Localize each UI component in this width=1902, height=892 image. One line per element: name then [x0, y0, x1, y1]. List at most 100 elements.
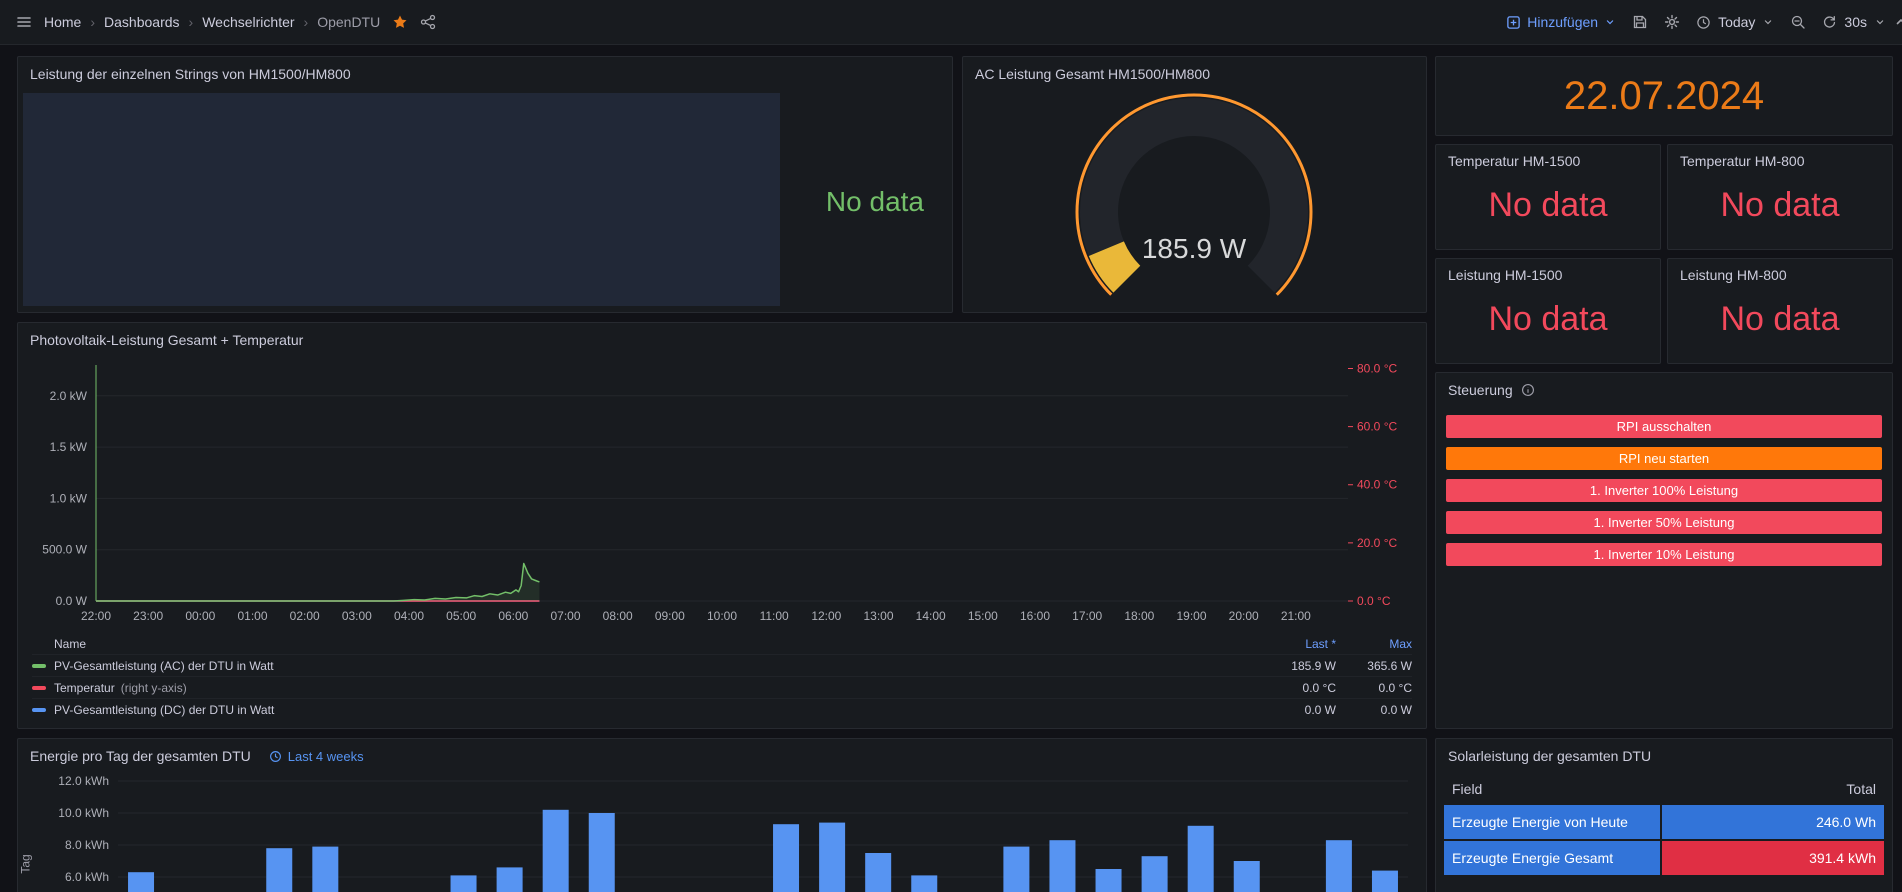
chevron-up-icon[interactable] [1893, 14, 1902, 30]
table-row: Erzeugte Energie von Heute 246.0 Wh [1444, 805, 1884, 839]
time-range-picker[interactable]: Today [1696, 14, 1774, 30]
svg-text:16:00: 16:00 [1020, 609, 1050, 623]
table-cell-total: 246.0 Wh [1662, 805, 1884, 839]
table-header-total[interactable]: Total [1652, 781, 1876, 797]
stat-panel-leistung-hm800: Leistung HM-800 No data [1667, 258, 1893, 364]
svg-text:8.0 kWh: 8.0 kWh [65, 838, 109, 852]
svg-text:14:00: 14:00 [916, 609, 946, 623]
stat-title[interactable]: Leistung HM-800 [1668, 259, 1892, 283]
series-name: PV-Gesamtleistung (DC) der DTU in Watt [54, 703, 274, 717]
breadcrumb-item-opendtu[interactable]: OpenDTU [317, 14, 380, 30]
legend-header-max[interactable]: Max [1336, 637, 1412, 651]
series-last-value: 0.0 °C [1206, 681, 1336, 695]
table-header-field[interactable]: Field [1452, 781, 1652, 797]
panel-strings: Leistung der einzelnen Strings von HM150… [17, 56, 953, 313]
svg-text:11:00: 11:00 [760, 609, 789, 623]
svg-text:05:00: 05:00 [446, 609, 476, 623]
svg-text:20:00: 20:00 [1229, 609, 1259, 623]
svg-text:07:00: 07:00 [550, 609, 580, 623]
rpi-ausschalten-button[interactable]: RPI ausschalten [1446, 415, 1882, 438]
table-body: Erzeugte Energie von Heute 246.0 Wh Erze… [1436, 805, 1892, 875]
breadcrumb-item-wechselrichter[interactable]: Wechselrichter [202, 14, 294, 30]
breadcrumb-separator: › [189, 14, 194, 30]
zoom-out-icon[interactable] [1790, 14, 1806, 30]
legend-row[interactable]: PV-Gesamtleistung (AC) der DTU in Watt 1… [32, 654, 1412, 676]
steuerung-buttons: RPI ausschalten RPI neu starten 1. Inver… [1436, 407, 1892, 574]
clock-icon [1696, 15, 1711, 30]
nav-actions: Hinzufügen Today [1506, 14, 1886, 30]
time-range-note-link[interactable]: Last 4 weeks [269, 749, 364, 764]
inverter-50-button[interactable]: 1. Inverter 50% Leistung [1446, 511, 1882, 534]
stat-title[interactable]: Temperatur HM-800 [1668, 145, 1892, 169]
legend-header-name[interactable]: Name [54, 637, 1206, 651]
panel-solar-table: Solarleistung der gesamten DTU Field Tot… [1435, 738, 1893, 892]
table-header: Field Total [1436, 773, 1892, 805]
gear-icon[interactable] [1664, 14, 1680, 30]
legend-header-last[interactable]: Last * [1206, 637, 1336, 651]
save-icon[interactable] [1632, 14, 1648, 30]
table-cell-field: Erzeugte Energie Gesamt [1444, 841, 1660, 875]
legend-row[interactable]: Temperatur (right y-axis) 0.0 °C 0.0 °C [32, 676, 1412, 698]
panel-date: 22.07.2024 [1435, 56, 1893, 136]
refresh-picker[interactable]: 30s [1822, 14, 1886, 30]
panel-title[interactable]: Energie pro Tag der gesamten DTU Last 4 … [18, 739, 1426, 773]
breadcrumb: Home › Dashboards › Wechselrichter › Ope… [44, 14, 380, 30]
inverter-10-button[interactable]: 1. Inverter 10% Leistung [1446, 543, 1882, 566]
panel-title[interactable]: Steuerung [1436, 373, 1892, 407]
share-icon[interactable] [420, 14, 436, 30]
svg-text:10.0 kWh: 10.0 kWh [58, 806, 109, 820]
stat-value: No data [1436, 283, 1660, 363]
panel-title[interactable]: Solarleistung der gesamten DTU [1436, 739, 1892, 773]
chevron-down-icon [1874, 16, 1886, 28]
rpi-neu-starten-button[interactable]: RPI neu starten [1446, 447, 1882, 470]
series-suffix: (right y-axis) [121, 681, 187, 695]
strings-chart-area: No data [18, 91, 952, 312]
svg-text:20.0 °C: 20.0 °C [1357, 536, 1397, 550]
legend-row[interactable]: PV-Gesamtleistung (DC) der DTU in Watt 0… [32, 698, 1412, 720]
panel-title[interactable]: Leistung der einzelnen Strings von HM150… [18, 57, 952, 91]
top-nav: Home › Dashboards › Wechselrichter › Ope… [0, 0, 1902, 45]
bar-chart: 12.0 kWh10.0 kWh8.0 kWh6.0 kWh [18, 773, 1422, 892]
series-max-value: 0.0 °C [1336, 681, 1412, 695]
table-row: Erzeugte Energie Gesamt 391.4 kWh [1444, 841, 1884, 875]
svg-text:80.0 °C: 80.0 °C [1357, 361, 1397, 375]
refresh-icon [1822, 15, 1837, 30]
svg-text:17:00: 17:00 [1072, 609, 1102, 623]
series-swatch [32, 708, 46, 712]
info-icon[interactable] [1521, 383, 1535, 397]
svg-text:12:00: 12:00 [811, 609, 841, 623]
refresh-interval-label: 30s [1844, 14, 1867, 30]
svg-text:03:00: 03:00 [342, 609, 372, 623]
svg-text:13:00: 13:00 [863, 609, 893, 623]
stat-title[interactable]: Leistung HM-1500 [1436, 259, 1660, 283]
table-cell-field: Erzeugte Energie von Heute [1444, 805, 1660, 839]
series-last-value: 0.0 W [1206, 703, 1336, 717]
stat-title[interactable]: Temperatur HM-1500 [1436, 145, 1660, 169]
add-button[interactable]: Hinzufügen [1506, 14, 1616, 30]
panel-title[interactable]: Photovoltaik-Leistung Gesamt + Temperatu… [18, 323, 1426, 357]
stat-value: No data [1668, 283, 1892, 363]
svg-text:02:00: 02:00 [290, 609, 320, 623]
grafana-dashboard: Home › Dashboards › Wechselrichter › Ope… [0, 0, 1902, 892]
favorite-star-icon[interactable] [392, 14, 408, 30]
breadcrumb-separator: › [304, 14, 309, 30]
date-text: 22.07.2024 [1564, 74, 1764, 119]
clock-icon [269, 750, 282, 763]
svg-text:60.0 °C: 60.0 °C [1357, 420, 1397, 434]
legend-header: Name Last * Max [32, 634, 1412, 654]
add-button-label: Hinzufügen [1527, 14, 1598, 30]
svg-text:09:00: 09:00 [655, 609, 685, 623]
svg-text:12.0 kWh: 12.0 kWh [58, 774, 109, 788]
breadcrumb-item-home[interactable]: Home [44, 14, 81, 30]
breadcrumb-item-dashboards[interactable]: Dashboards [104, 14, 180, 30]
series-max-value: 365.6 W [1336, 659, 1412, 673]
series-name: Temperatur [54, 681, 115, 695]
svg-text:15:00: 15:00 [968, 609, 998, 623]
chart-legend: Name Last * Max PV-Gesamtleistung (AC) d… [18, 632, 1426, 726]
panel-title[interactable]: AC Leistung Gesamt HM1500/HM800 [963, 57, 1426, 91]
menu-icon[interactable] [16, 14, 32, 30]
svg-text:04:00: 04:00 [394, 609, 424, 623]
svg-text:06:00: 06:00 [498, 609, 528, 623]
inverter-100-button[interactable]: 1. Inverter 100% Leistung [1446, 479, 1882, 502]
svg-text:21:00: 21:00 [1281, 609, 1311, 623]
